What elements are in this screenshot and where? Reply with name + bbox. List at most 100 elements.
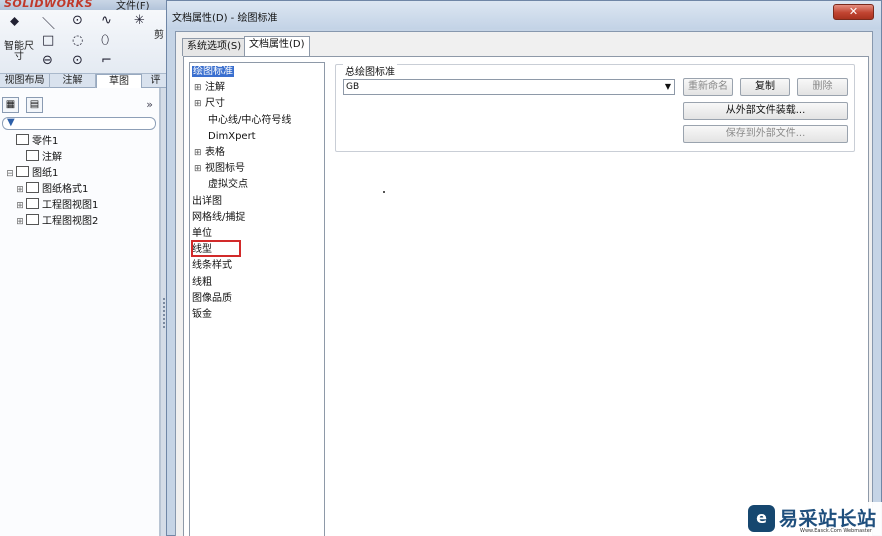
tree-filter-input[interactable]: ▼ xyxy=(2,117,156,130)
part-icon xyxy=(16,134,29,145)
options-item[interactable]: 图像品质 xyxy=(192,291,232,307)
options-item[interactable]: 绘图标准 xyxy=(192,64,234,80)
circle-tool-icon[interactable]: ⊙ xyxy=(72,13,83,28)
arc-tool-icon[interactable]: ◌ xyxy=(72,33,83,48)
load-from-external-file-button[interactable]: 从外部文件装载... xyxy=(683,102,848,120)
sketch-ribbon: ⬥ ＼ ⊙ ∿ ✳ □ ◌ ⬯ ⊖ ⊙ ⌐ 智能尺寸 剪 xyxy=(0,10,170,74)
dialog-title: 文档属性(D) - 绘图标准 xyxy=(172,13,278,24)
drafting-standard-value: GB xyxy=(346,82,360,92)
tree-item-label: 图纸格式1 xyxy=(42,184,89,195)
watermark: e 易采站长站 Www.Easck.Com Webmaster xyxy=(745,502,882,536)
options-item-label: 出详图 xyxy=(192,195,222,207)
slot-tool-icon[interactable]: ⊖ xyxy=(42,53,53,68)
options-item[interactable]: 钣金 xyxy=(192,307,212,323)
tree-expander-icon[interactable]: ⊞ xyxy=(14,214,26,230)
feature-manager-icon[interactable]: ▦ xyxy=(2,97,19,113)
options-item-label: 单位 xyxy=(192,228,212,239)
tree-item[interactable]: ⊟ 图纸1 xyxy=(4,166,58,182)
options-expander-icon[interactable]: ⊞ xyxy=(194,96,205,112)
tab-document-properties[interactable]: 文档属性(D) xyxy=(244,36,310,57)
options-item[interactable]: ⊞ 尺寸 xyxy=(194,96,225,112)
options-expander-icon[interactable]: ⊞ xyxy=(194,80,205,96)
options-item-label: 线粗 xyxy=(192,276,212,288)
tree-item[interactable]: 注解 xyxy=(14,150,62,166)
overall-drafting-standard-group: 总绘图标准 GB ▼ 重新命名 复制 删除 从外部文件装载... 保存到外部文件… xyxy=(335,63,855,152)
options-item-label: DimXpert xyxy=(208,130,256,142)
options-item-label: 尺寸 xyxy=(205,98,225,110)
options-item[interactable]: DimXpert xyxy=(194,129,256,145)
options-item-label: 网格线/捕捉 xyxy=(192,211,246,223)
sheet-icon xyxy=(16,166,29,177)
options-item-label: 中心线/中心符号线 xyxy=(208,114,292,126)
dialog-body: 系统选项(S) 文档属性(D) 绘图标准 ⊞ 注解 ⊞ 尺寸 中心线/中心符号线 DimXp… xyxy=(175,31,873,536)
ellipse-tool-icon[interactable]: ⬯ xyxy=(101,33,109,48)
tree-item[interactable]: 零件1 xyxy=(4,134,58,150)
annotation-icon xyxy=(26,150,39,161)
sheet-format-icon xyxy=(26,182,39,193)
tree-item[interactable]: ⊞ 工程图视图1 xyxy=(14,198,98,214)
options-item[interactable]: 线条样式 xyxy=(192,258,232,274)
tab-system-options[interactable]: 系统选项(S) xyxy=(182,38,247,56)
options-item-label: 注解 xyxy=(205,82,225,94)
polygon-tool-icon[interactable]: ⊙ xyxy=(72,53,83,68)
tree-item-label: 工程图视图1 xyxy=(42,200,99,211)
line-font-highlight-box xyxy=(191,240,241,257)
tree-expander-icon[interactable]: ⊞ xyxy=(14,198,26,214)
save-to-external-file-button[interactable]: 保存到外部文件... xyxy=(683,125,848,143)
tree-item-label: 工程图视图2 xyxy=(42,216,99,227)
options-item[interactable]: 出详图 xyxy=(192,194,222,210)
drawing-view-icon xyxy=(26,198,39,209)
options-item-label: 绘图标准 xyxy=(192,66,234,77)
smart-dimension-icon[interactable]: ⬥ xyxy=(10,14,19,29)
options-item[interactable]: 网格线/捕捉 xyxy=(192,210,245,226)
options-item-label: 视图标号 xyxy=(205,163,245,175)
line-tool-icon[interactable]: ＼ xyxy=(42,13,55,32)
close-button[interactable]: ✕ xyxy=(833,4,874,20)
tree-item-label: 注解 xyxy=(42,152,62,163)
spline-tool-icon[interactable]: ∿ xyxy=(101,13,112,28)
fillet-tool-icon[interactable]: ⌐ xyxy=(101,53,112,68)
tree-item[interactable]: ⊞ 工程图视图2 xyxy=(14,214,98,230)
tab-annotation[interactable]: 注解 xyxy=(50,74,96,88)
tree-expander-icon[interactable]: ⊟ xyxy=(4,166,16,182)
tab-view-layout[interactable]: 视图布局 xyxy=(0,74,50,88)
document-properties-dialog: 文档属性(D) - 绘图标准 ✕ 系统选项(S) 文档属性(D) 绘图标准 ⊞ 注解… xyxy=(166,0,882,536)
feature-manager-tree: ▦ ▤ » ▼ 零件1 注解 ⊟ 图纸1 ⊞ 图纸格式1 ⊞ 工程图视图1 ⊞ 工程图视图2 xyxy=(0,88,160,536)
options-tree: 绘图标准 ⊞ 注解 ⊞ 尺寸 中心线/中心符号线 DimXpert ⊞ 表格 ⊞ 视图标号 虚拟交点出… xyxy=(189,62,325,536)
document-properties-panel: 绘图标准 ⊞ 注解 ⊞ 尺寸 中心线/中心符号线 DimXpert ⊞ 表格 ⊞ 视图标号 虚拟交点出… xyxy=(183,56,869,536)
options-expander-icon[interactable]: ⊞ xyxy=(194,145,205,161)
options-item-label: 表格 xyxy=(205,147,225,158)
delete-button[interactable]: 删除 xyxy=(797,78,848,96)
options-expander-icon[interactable]: ⊞ xyxy=(194,161,205,177)
options-item[interactable]: 中心线/中心符号线 xyxy=(194,113,291,129)
options-item[interactable]: ⊞ 表格 xyxy=(194,145,225,161)
options-item[interactable]: 线粗 xyxy=(192,275,212,291)
property-manager-icon[interactable]: ▤ xyxy=(26,97,43,113)
tab-sketch[interactable]: 草图 xyxy=(96,74,142,88)
copy-button[interactable]: 复制 xyxy=(740,78,790,96)
dropdown-arrow-icon[interactable]: ▼ xyxy=(665,80,671,94)
tree-item-label: 图纸1 xyxy=(32,168,59,179)
tree-expander-icon[interactable]: ⊞ xyxy=(14,182,26,198)
drawing-view-icon xyxy=(26,214,39,225)
rename-button[interactable]: 重新命名 xyxy=(683,78,733,96)
solidworks-logo: SOLIDWORKS xyxy=(4,0,93,10)
tree-item-label: 零件1 xyxy=(32,136,59,147)
point-tool-icon[interactable]: ✳ xyxy=(134,13,145,28)
options-item[interactable]: 虚拟交点 xyxy=(194,177,248,193)
watermark-text: 易采站长站 xyxy=(779,508,877,530)
watermark-logo-icon: e xyxy=(748,505,775,532)
options-item[interactable]: ⊞ 注解 xyxy=(194,80,225,96)
filter-icon: ▼ xyxy=(7,117,15,128)
smart-dimension-label[interactable]: 智能尺寸 xyxy=(4,42,34,62)
options-item[interactable]: ⊞ 视图标号 xyxy=(194,161,245,177)
tree-item[interactable]: ⊞ 图纸格式1 xyxy=(14,182,88,198)
feature-tree-toolbar: ▦ ▤ » xyxy=(2,97,157,115)
drafting-standard-label: 总绘图标准 xyxy=(343,63,397,78)
drafting-standard-select[interactable]: GB ▼ xyxy=(343,79,675,95)
rectangle-tool-icon[interactable]: □ xyxy=(42,33,54,48)
dialog-title-bar[interactable]: 文档属性(D) - 绘图标准 ✕ xyxy=(167,1,881,29)
options-item-label: 钣金 xyxy=(192,309,212,320)
options-item-label: 图像品质 xyxy=(192,292,232,304)
expand-panel-icon[interactable]: » xyxy=(146,98,153,111)
